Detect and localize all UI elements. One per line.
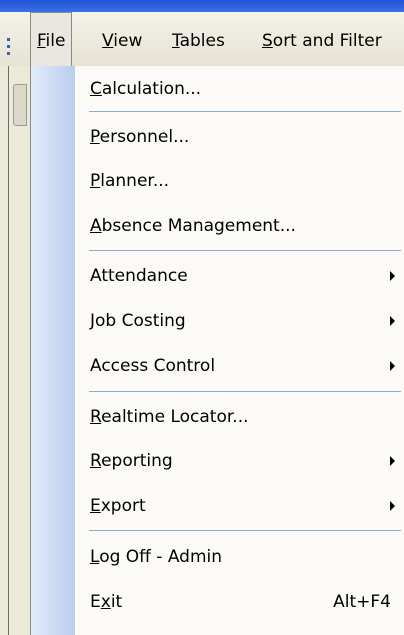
- submenu-arrow-icon: [390, 361, 395, 371]
- menu-item-reporting[interactable]: Reporting: [75, 441, 404, 481]
- menu-file[interactable]: File: [30, 12, 73, 66]
- menu-item-exit[interactable]: Exit Alt+F4: [75, 582, 404, 622]
- menu-item-export[interactable]: Export: [75, 486, 404, 526]
- submenu-arrow-icon: [390, 316, 395, 326]
- menu-item-absence-management[interactable]: Absence Management...: [75, 206, 404, 246]
- app-screen: File View Tables Sort and Filter Calcula…: [0, 0, 404, 635]
- menu-view[interactable]: View: [102, 12, 142, 66]
- menu-separator: [89, 391, 401, 392]
- menu-bar: File View Tables Sort and Filter: [0, 12, 404, 67]
- menu-item-job-costing[interactable]: Job Costing: [75, 301, 404, 341]
- file-menu-dropdown: Calculation... Personnel... Planner... A…: [30, 66, 404, 635]
- exit-shortcut: Alt+F4: [333, 592, 391, 612]
- menu-tables[interactable]: Tables: [172, 12, 225, 66]
- menu-separator: [89, 530, 401, 531]
- menu-sort-and-filter[interactable]: Sort and Filter: [262, 12, 382, 66]
- window-edge-line: [8, 66, 9, 635]
- menu-item-planner[interactable]: Planner...: [75, 161, 404, 201]
- menu-separator: [89, 250, 401, 251]
- collapsed-panel-tab[interactable]: [13, 84, 27, 126]
- toolbar-grip-icon[interactable]: [7, 38, 10, 55]
- menu-item-personnel[interactable]: Personnel...: [75, 117, 404, 157]
- submenu-arrow-icon: [390, 456, 395, 466]
- menu-item-calculation[interactable]: Calculation...: [75, 69, 404, 109]
- title-bar-strip: [0, 0, 404, 12]
- menu-icon-gutter: [31, 66, 75, 635]
- submenu-arrow-icon: [390, 501, 395, 511]
- submenu-arrow-icon: [390, 271, 395, 281]
- menu-separator: [89, 111, 401, 112]
- menu-item-realtime-locator[interactable]: Realtime Locator...: [75, 397, 404, 437]
- window-left-edge: [0, 66, 31, 635]
- menu-item-log-off[interactable]: Log Off - Admin: [75, 537, 404, 577]
- menu-item-attendance[interactable]: Attendance: [75, 256, 404, 296]
- menu-item-access-control[interactable]: Access Control: [75, 346, 404, 386]
